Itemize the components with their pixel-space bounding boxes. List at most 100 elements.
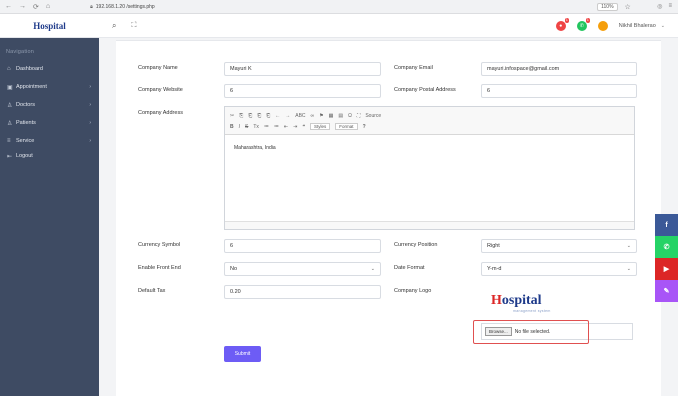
company-name-label: Company Name <box>138 65 178 71</box>
indent-icon[interactable]: ⇥ <box>293 124 297 130</box>
youtube-icon[interactable]: ▶ <box>655 258 678 280</box>
italic-icon[interactable]: I <box>239 124 240 130</box>
company-website-input[interactable]: 6 <box>224 84 381 98</box>
shield-icon[interactable]: ◎ <box>657 3 662 10</box>
logo-text: Hospital <box>33 20 66 31</box>
sidebar-item-label: Doctors <box>16 102 35 108</box>
company-logo-preview: Hospital management system <box>491 293 551 313</box>
sidebar-item-dashboard[interactable]: ⌂ Dashboard <box>0 60 99 78</box>
sidebar-item-patients[interactable]: ♙ Patients › <box>0 114 99 132</box>
blockquote-icon[interactable]: ❝ <box>302 124 305 130</box>
undo-icon[interactable]: ← <box>275 113 280 119</box>
maximize-icon[interactable]: ⛶ <box>357 113 361 119</box>
company-name-input[interactable]: Mayuri K <box>224 62 381 76</box>
anchor-icon[interactable]: ⚑ <box>319 113 323 119</box>
menu-icon[interactable]: ≡ <box>668 3 672 10</box>
sidebar-item-doctors[interactable]: ♙ Doctors › <box>0 96 99 114</box>
chevron-right-icon: › <box>89 102 91 108</box>
currency-symbol-input[interactable]: 6 <box>224 239 381 253</box>
sidebar-item-service[interactable]: ≡ Service › <box>0 132 99 150</box>
currency-symbol-label: Currency Symbol <box>138 242 181 248</box>
reload-icon[interactable]: ⟳ <box>33 3 39 11</box>
url-text[interactable]: 192.168.1.20 /settings.php <box>96 4 155 10</box>
paste-icon[interactable]: ⎗ <box>248 113 252 119</box>
default-tax-input[interactable]: 0.20 <box>224 285 381 299</box>
share-icon[interactable]: ✎ <box>655 280 678 302</box>
fullscreen-icon[interactable]: ⛶ <box>131 22 136 30</box>
redo-icon[interactable]: → <box>285 113 290 119</box>
top-header: ⌕ ⛶ ● 1 ✆ 1 Nikhil Bhalerao ⌄ <box>99 14 678 38</box>
bullet-list-icon[interactable]: ≔ <box>274 124 279 130</box>
paste-word-icon[interactable]: ⎗ <box>266 113 270 119</box>
bold-icon[interactable]: B <box>230 124 234 130</box>
avatar[interactable] <box>597 20 608 31</box>
date-format-label: Date Format <box>394 265 425 271</box>
social-share-rail: f ✆ ▶ ✎ <box>655 214 678 302</box>
whatsapp-count: 1 <box>585 17 590 23</box>
styles-select[interactable]: Styles <box>310 123 331 130</box>
chevron-down-icon: ⌄ <box>626 266 631 272</box>
special-char-icon[interactable]: Ω <box>348 113 352 119</box>
currency-position-label: Currency Position <box>394 242 438 248</box>
company-postal-address-input[interactable]: 6 <box>481 84 637 98</box>
paste-text-icon[interactable]: ⎗ <box>257 113 261 119</box>
remove-format-icon[interactable]: Tx <box>253 124 259 130</box>
user-name[interactable]: Nikhil Bhalerao <box>619 23 656 29</box>
image-icon[interactable]: ▦ <box>329 113 334 119</box>
chevron-down-icon[interactable]: ⌄ <box>661 23 665 29</box>
company-address-editor-content[interactable]: Maharashtra, India <box>225 135 634 161</box>
spellcheck-icon[interactable]: ABC <box>295 113 305 119</box>
search-icon[interactable]: ⌕ <box>112 21 116 31</box>
cut-icon[interactable]: ✂ <box>230 113 234 119</box>
copy-icon[interactable]: ⎘ <box>239 113 243 119</box>
rich-text-editor: ✂ ⎘ ⎗ ⎗ ⎗ ← → ABC ∞ ⚑ ▦ ▤ Ω ⛶ Source B I… <box>224 106 635 230</box>
user-icon: ♙ <box>7 102 13 109</box>
link-icon[interactable]: ∞ <box>311 113 315 119</box>
company-postal-address-label: Company Postal Address <box>394 87 456 93</box>
sidebar-item-appointment[interactable]: ▣ Appointment › <box>0 78 99 96</box>
zoom-level[interactable]: 110% <box>597 2 618 11</box>
facebook-icon[interactable]: f <box>655 214 678 236</box>
whatsapp-icon[interactable]: ✆ 1 <box>576 17 590 31</box>
currency-position-select[interactable]: Right ⌄ <box>481 239 637 253</box>
date-format-select[interactable]: Y-m-d ⌄ <box>481 262 637 276</box>
company-email-input[interactable]: mayuri.infospace@gmail.com <box>481 62 637 76</box>
chevron-right-icon: › <box>89 138 91 144</box>
home-icon: ⌂ <box>7 66 11 72</box>
format-select[interactable]: Format <box>335 123 358 130</box>
table-icon[interactable]: ▤ <box>338 113 343 119</box>
back-icon[interactable]: ← <box>5 3 12 11</box>
user-icon: ♙ <box>7 120 13 127</box>
company-website-label: Company Website <box>138 87 183 93</box>
strike-icon[interactable]: S <box>245 124 248 130</box>
sidebar-item-label: Dashboard <box>16 66 43 72</box>
chevron-right-icon: › <box>89 120 91 126</box>
sidebar-item-label: Logout <box>16 153 33 159</box>
sidebar-item-label: Appointment <box>16 84 47 90</box>
chevron-down-icon: ⌄ <box>626 243 631 249</box>
sidebar: Hospital Navigation ⌂ Dashboard ▣ Appoin… <box>0 14 99 396</box>
bookmark-star-icon[interactable]: ☆ <box>625 3 631 11</box>
outdent-icon[interactable]: ⇤ <box>284 124 288 130</box>
address-bar[interactable]: 🔒︎ 192.168.1.20 /settings.php <box>90 4 560 10</box>
numbered-list-icon[interactable]: ≔ <box>264 124 269 130</box>
browser-extensions: ◎ ≡ <box>657 3 672 10</box>
lock-icon: 🔒︎ <box>90 3 93 10</box>
submit-button[interactable]: Submit <box>224 346 261 362</box>
notification-bell-icon[interactable]: ● 1 <box>555 17 569 31</box>
home-icon[interactable]: ⌂ <box>46 3 50 11</box>
source-button[interactable]: Source <box>365 113 381 119</box>
sidebar-item-logout[interactable]: ⇤ Logout <box>0 150 99 162</box>
sidebar-logo[interactable]: Hospital <box>0 14 99 38</box>
editor-toolbar-row-1: ✂ ⎘ ⎗ ⎗ ⎗ ← → ABC ∞ ⚑ ▦ ▤ Ω ⛶ Source <box>230 110 629 121</box>
editor-toolbar-row-2: B I S Tx ≔ ≔ ⇤ ⇥ ❝ Styles Format ? <box>230 121 629 132</box>
default-tax-label: Default Tax <box>138 288 166 294</box>
forward-icon[interactable]: → <box>19 3 26 11</box>
date-format-value: Y-m-d <box>487 266 502 272</box>
help-icon[interactable]: ? <box>363 124 366 130</box>
sidebar-item-label: Service <box>16 138 35 144</box>
enable-front-end-select[interactable]: No ⌄ <box>224 262 381 276</box>
sidebar-item-label: Patients <box>16 120 36 126</box>
company-email-label: Company Email <box>394 65 433 71</box>
whatsapp-share-icon[interactable]: ✆ <box>655 236 678 258</box>
